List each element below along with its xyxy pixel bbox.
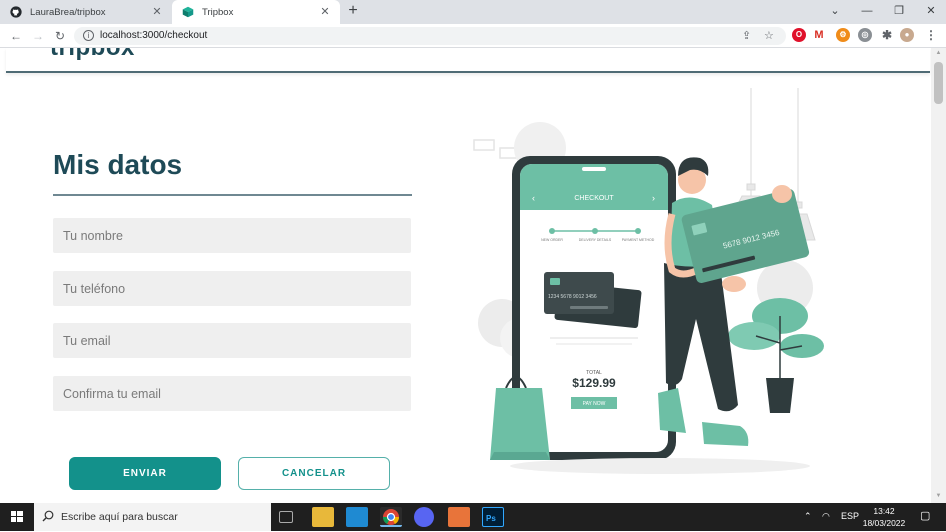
menu-kebab-icon[interactable]: ⋮ [924, 28, 938, 42]
send-button[interactable]: ENVIAR [69, 457, 221, 490]
step-label: NEW ORDER [541, 238, 563, 242]
page-scrollbar[interactable]: ▲ ▼ [931, 48, 946, 503]
bookmark-star-icon[interactable]: ☆ [764, 29, 774, 42]
tab-github[interactable]: LauraBrea/tripbox ✕ [0, 0, 172, 24]
minimize-button[interactable]: — [852, 0, 882, 24]
scroll-down-icon[interactable]: ▼ [934, 493, 943, 501]
tray-chevron-icon[interactable]: ⌃ [804, 511, 812, 522]
site-header: tripbox [6, 48, 930, 73]
windows-start-icon[interactable] [0, 503, 34, 531]
task-view-icon[interactable] [279, 511, 293, 523]
taskbar-search-box[interactable]: Escribe aquí para buscar [34, 503, 271, 531]
puzzle-extensions-icon[interactable]: ✱ [880, 28, 894, 42]
checkout-illustration: CHECKOUT ‹ › NEW ORDER DELIVERY DETAILS … [473, 88, 824, 474]
tripbox-cube-icon [182, 6, 194, 18]
pay-now-button: PAY NOW [583, 401, 606, 407]
site-info-icon[interactable]: i [83, 30, 94, 41]
email-field[interactable] [53, 323, 411, 358]
extension-badge-icon[interactable]: ⚙ [836, 28, 850, 42]
taskbar-clock[interactable]: 13:42 18/03/2022 [857, 505, 911, 529]
tab-tripbox[interactable]: Tripbox ✕ [172, 0, 340, 24]
floor-shadow [510, 458, 810, 474]
total-amount: $129.99 [572, 376, 616, 390]
notifications-icon[interactable]: ▢ [920, 509, 930, 522]
profile-avatar[interactable]: ● [900, 28, 914, 42]
name-field[interactable] [53, 218, 411, 253]
page-title: Mis datos [53, 149, 183, 180]
phone-checkout-title: CHECKOUT [574, 195, 614, 202]
chrome-logo-icon [382, 509, 400, 525]
tab-title: LauraBrea/tripbox [30, 6, 106, 18]
scroll-up-icon[interactable]: ▲ [934, 50, 943, 58]
gmail-extension-icon[interactable]: M [812, 28, 826, 42]
discord-icon[interactable] [414, 507, 434, 527]
file-explorer-icon[interactable] [312, 507, 334, 527]
tab-title: Tripbox [202, 6, 234, 18]
tab-search-icon[interactable]: ⌄ [820, 0, 850, 24]
extension-gray-icon[interactable]: ◎ [858, 28, 872, 42]
tab-strip: LauraBrea/tripbox ✕ Tripbox ✕ + ⌄ — ❐ ✕ [0, 0, 946, 24]
search-placeholder: Escribe aquí para buscar [61, 511, 178, 523]
small-card-number: 1234 5678 9012 3456 [548, 294, 597, 300]
potted-plant [728, 298, 824, 413]
restore-button[interactable]: ❐ [884, 0, 914, 24]
shopping-bag [490, 376, 550, 460]
vscode-icon[interactable] [346, 507, 368, 527]
site-logo[interactable]: tripbox [50, 48, 135, 62]
title-divider [53, 194, 412, 196]
chevron-left-icon: ‹ [532, 193, 535, 203]
confirm-email-field[interactable] [53, 376, 411, 411]
step-label: DELIVERY DETAILS [579, 238, 612, 242]
app-badge-icon[interactable] [448, 507, 470, 527]
step-label: PAYMENT METHOD [622, 238, 655, 242]
chevron-right-icon: › [652, 193, 655, 203]
network-icon[interactable]: ◠ [822, 511, 830, 522]
share-icon[interactable]: ⇪ [742, 29, 751, 42]
windows-taskbar: Escribe aquí para buscar Ps ⌃ ◠ ESP 13:4… [0, 503, 946, 531]
photoshop-icon[interactable]: Ps [482, 507, 504, 527]
new-tab-button[interactable]: + [344, 2, 362, 20]
close-window-button[interactable]: ✕ [916, 0, 946, 24]
forward-button[interactable]: → [30, 28, 46, 44]
close-tab-icon[interactable]: ✕ [318, 5, 332, 19]
phone-field[interactable] [53, 271, 411, 306]
address-bar[interactable]: i localhost:3000/checkout ⇪ ☆ [74, 27, 786, 45]
chrome-icon[interactable] [380, 507, 402, 527]
github-icon [10, 6, 22, 18]
search-icon [42, 510, 54, 522]
opera-extension-icon[interactable]: O [792, 28, 806, 42]
reload-button[interactable]: ↻ [52, 28, 68, 44]
back-button[interactable]: ← [8, 28, 24, 44]
page-content: tripbox Mis datos ENVIAR CANCELAR [0, 48, 946, 503]
cancel-button[interactable]: CANCELAR [238, 457, 390, 490]
close-tab-icon[interactable]: ✕ [150, 5, 164, 19]
scrollbar-thumb[interactable] [934, 62, 943, 104]
clock-date: 18/03/2022 [862, 518, 906, 528]
url-text[interactable]: localhost:3000/checkout [100, 30, 207, 41]
clock-time: 13:42 [873, 506, 895, 516]
